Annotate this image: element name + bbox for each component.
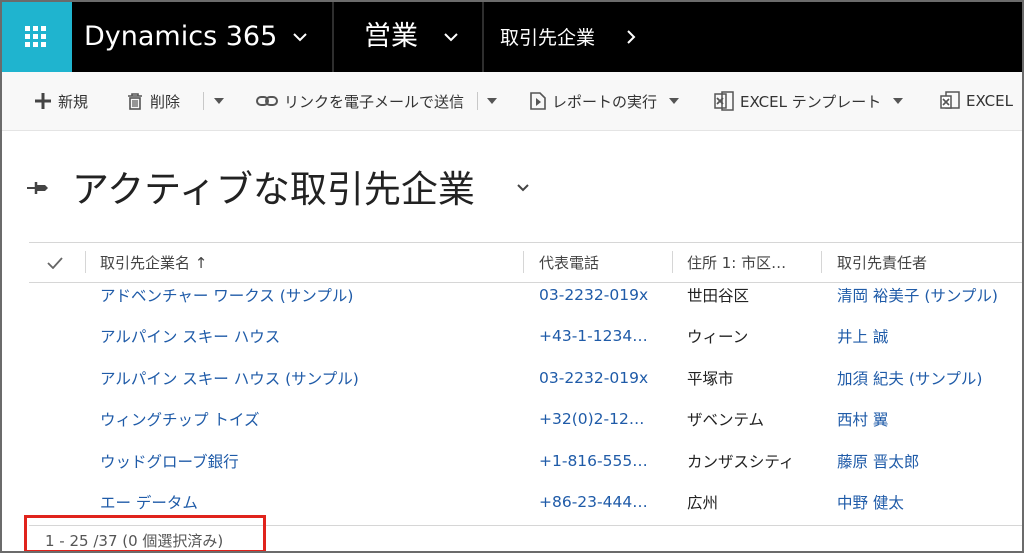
column-divider [672, 251, 673, 273]
delete-button[interactable]: 削除 [126, 72, 180, 130]
city-cell: カンザスシティ [687, 452, 795, 471]
account-name-link[interactable]: ウッドグローブ銀行 [100, 440, 239, 481]
command-bar: 新規 削除 リンクを電子メールで送信 レポートの実行 EXCEL テンプレート … [2, 72, 1022, 131]
table-row[interactable]: ウッドグローブ銀行 +1-816-555… カンザスシティ 藤原 晋太郎 [29, 440, 1022, 481]
account-name-link[interactable]: アルパイン スキー ハウス (サンプル) [100, 357, 359, 398]
waffle-icon [25, 26, 46, 47]
column-divider [523, 251, 524, 273]
command-divider [477, 92, 478, 110]
table-row[interactable]: アドベンチャー ワークス (サンプル) 03-2232-019x 世田谷区 清岡… [29, 274, 1022, 315]
excel-template-button[interactable]: EXCEL テンプレート [714, 72, 904, 130]
primary-contact-link[interactable]: 藤原 晋太郎 [837, 440, 919, 481]
primary-contact-link[interactable]: 清岡 裕美子 (サンプル) [837, 274, 998, 315]
app-window: Dynamics 365 営業 取引先企業 新規 削除 リンクを電子メールで送信… [0, 0, 1024, 553]
area-selector[interactable]: 営業 [364, 17, 418, 57]
main-phone-link[interactable]: +43-1-1234… [539, 315, 648, 356]
excel-template-label: EXCEL テンプレート [740, 92, 882, 111]
view-selector-chevron-icon[interactable] [516, 178, 530, 197]
email-link-label: リンクを電子メールで送信 [284, 92, 465, 111]
main-phone-link[interactable]: 03-2232-019x [539, 357, 648, 398]
report-icon [530, 92, 546, 110]
primary-contact-link[interactable]: 中野 健太 [837, 481, 904, 522]
email-link-button[interactable]: リンクを電子メールで送信 [256, 72, 464, 130]
main-phone-link[interactable]: +1-816-555… [539, 440, 648, 481]
city-cell: ウィーン [687, 327, 749, 346]
delete-button-label: 削除 [150, 92, 181, 111]
product-title: Dynamics 365 [84, 21, 278, 52]
table-row[interactable]: アルパイン スキー ハウス (サンプル) 03-2232-019x 平塚市 加須… [29, 357, 1022, 398]
main-phone-link[interactable]: 03-2232-019x [539, 274, 648, 315]
pin-icon[interactable] [26, 180, 52, 200]
main-phone-link[interactable]: +32(0)2-12… [539, 398, 644, 439]
city-cell: ザベンテム [687, 410, 765, 429]
export-excel-label: EXCEL [966, 92, 1013, 110]
account-name-link[interactable]: アルパイン スキー ハウス [100, 315, 280, 356]
excel-template-caret-icon [893, 98, 904, 104]
product-dropdown-chevron-icon[interactable] [292, 2, 308, 72]
area-dropdown-chevron-icon[interactable] [443, 2, 459, 72]
column-divider [85, 251, 86, 273]
new-button[interactable]: 新規 [34, 72, 88, 130]
nav-divider [482, 2, 484, 72]
primary-contact-link[interactable]: 西村 翼 [837, 398, 888, 439]
account-name-link[interactable]: アドベンチャー ワークス (サンプル) [100, 274, 353, 315]
city-cell: 広州 [687, 493, 719, 512]
plus-icon [34, 92, 52, 110]
breadcrumb-accounts[interactable]: 取引先企業 [500, 24, 595, 52]
run-report-caret-icon [669, 98, 680, 104]
run-report-label: レポートの実行 [552, 92, 658, 111]
app-launcher-button[interactable] [2, 2, 72, 72]
new-button-label: 新規 [58, 92, 89, 111]
excel-icon [714, 91, 734, 111]
view-title: アクティブな取引先企業 [72, 168, 475, 211]
trash-icon [126, 92, 144, 110]
nav-divider [332, 2, 334, 72]
city-cell: 世田谷区 [687, 286, 750, 305]
breadcrumb-chevron-right-icon[interactable] [626, 2, 636, 72]
delete-dropdown-caret-icon[interactable] [214, 72, 224, 130]
primary-contact-link[interactable]: 加須 紀夫 (サンプル) [837, 357, 982, 398]
account-name-link[interactable]: ウィングチップ トイズ [100, 398, 259, 439]
accounts-grid: 取引先企業名 ↑ 代表電話 住所 1: 市区… 取引先責任者 アドベンチャー ワ… [29, 242, 1022, 526]
main-phone-link[interactable]: +86-23-444… [539, 481, 648, 522]
run-report-button[interactable]: レポートの実行 [530, 72, 680, 130]
email-link-dropdown-caret-icon[interactable] [487, 72, 497, 130]
table-row[interactable]: アルパイン スキー ハウス +43-1-1234… ウィーン 井上 誠 [29, 315, 1022, 356]
export-excel-icon [940, 91, 960, 111]
city-cell: 平塚市 [687, 369, 734, 388]
column-divider [821, 251, 822, 273]
top-nav-bar: Dynamics 365 営業 取引先企業 [2, 2, 1022, 72]
export-excel-button[interactable]: EXCEL [940, 72, 1013, 130]
primary-contact-link[interactable]: 井上 誠 [837, 315, 888, 356]
link-icon [256, 95, 278, 107]
command-divider [203, 92, 204, 110]
table-row[interactable]: ウィングチップ トイズ +32(0)2-12… ザベンテム 西村 翼 [29, 398, 1022, 439]
highlight-box [24, 515, 266, 551]
